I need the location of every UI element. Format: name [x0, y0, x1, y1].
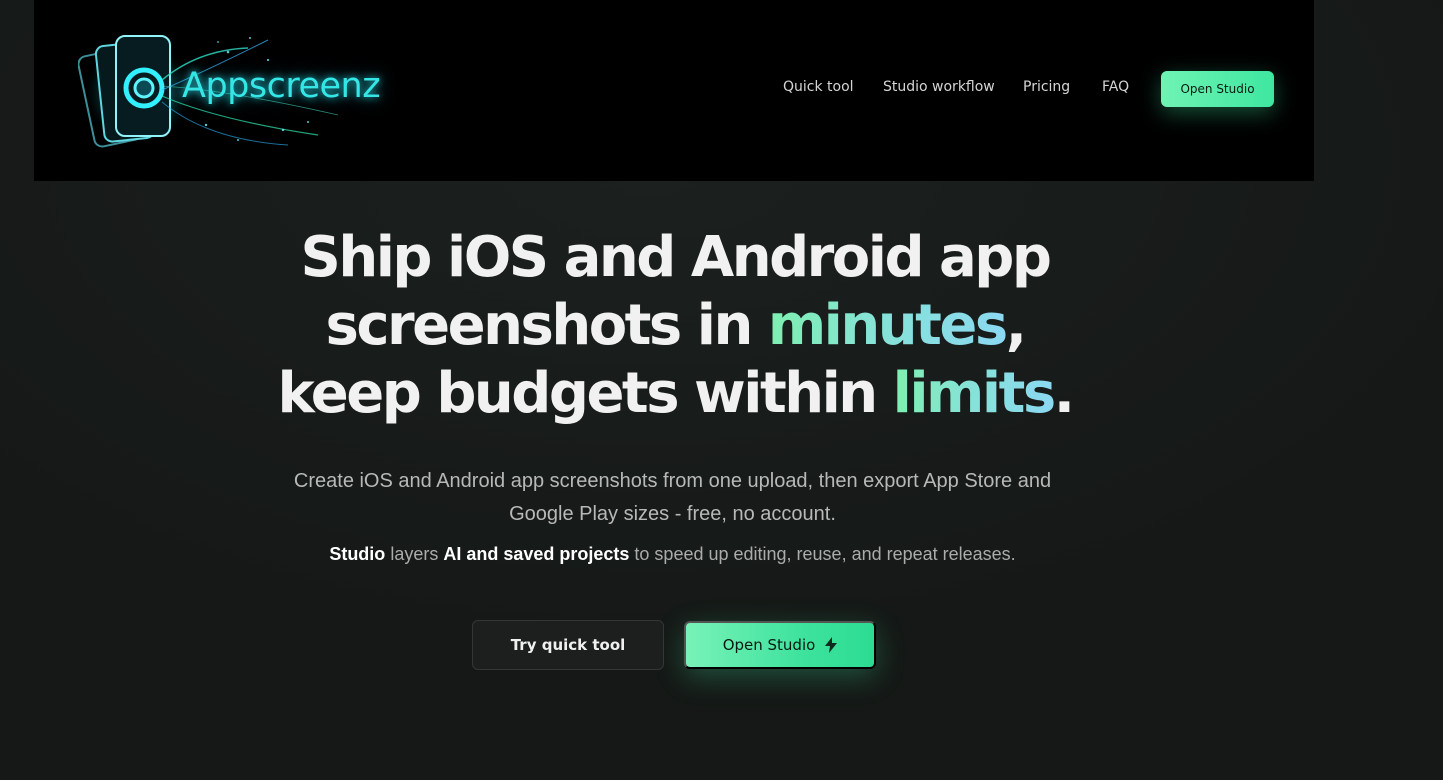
nav-faq[interactable]: FAQ: [1102, 79, 1129, 95]
logo-text: Appscreenz: [182, 66, 381, 106]
hero-title-line3-pre: keep budgets within: [277, 361, 893, 426]
studio-label: Studio: [329, 544, 386, 564]
brand-logo[interactable]: Appscreenz: [78, 30, 398, 155]
studio-note-rest: to speed up editing, reuse, and repeat r…: [629, 544, 1016, 564]
hero-title-line1: Ship iOS and Android app: [300, 225, 1052, 290]
bolt-icon: [825, 637, 838, 653]
nav-quick-tool[interactable]: Quick tool: [783, 79, 854, 95]
hero-title-accent-minutes: minutes: [767, 293, 1008, 358]
hero-title-accent-limits: limits: [892, 361, 1057, 426]
ai-projects-label: AI and saved projects: [443, 544, 630, 564]
hero-title: Ship iOS and Android app screenshots in …: [240, 224, 1110, 428]
hero-title-line2-pre: screenshots in: [325, 293, 768, 358]
open-studio-nav-button[interactable]: Open Studio: [1161, 71, 1274, 107]
hero-title-line3-post: .: [1053, 361, 1075, 426]
hero-subtitle: Create iOS and Android app screenshots f…: [293, 470, 1052, 525]
hero-studio-note: Studio layers AI and saved projects to s…: [270, 544, 1075, 565]
studio-note-layers: layers: [385, 544, 444, 564]
hero-title-line2-post: ,: [1005, 293, 1027, 358]
open-studio-hero-button[interactable]: Open Studio: [684, 621, 876, 669]
nav-pricing[interactable]: Pricing: [1023, 79, 1070, 95]
site-header: Appscreenz Quick tool Studio workflow Pr…: [34, 0, 1314, 181]
try-quick-tool-button[interactable]: Try quick tool: [472, 620, 664, 670]
nav-studio-workflow[interactable]: Studio workflow: [883, 79, 995, 95]
open-studio-label: Open Studio: [722, 636, 816, 654]
